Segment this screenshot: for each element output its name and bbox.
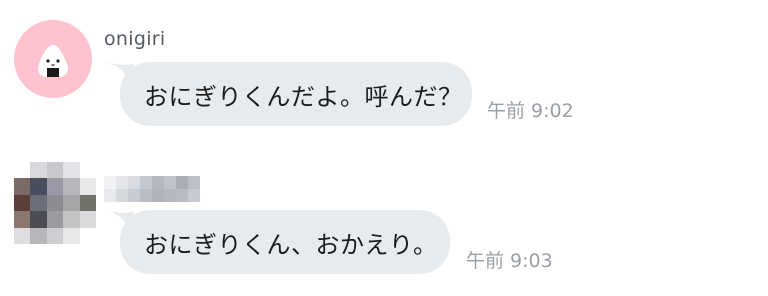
- message-timestamp: 午前 9:03: [466, 250, 553, 272]
- avatar[interactable]: [14, 20, 92, 98]
- message-row: onigiri おにぎりくんだよ。呼んだ？ 午前 9:02: [0, 0, 768, 140]
- message-bubble[interactable]: おにぎりくんだよ。呼んだ？: [120, 62, 472, 126]
- message-row: おにぎりくん、おかえり。 午前 9:03: [0, 150, 768, 290]
- avatar[interactable]: [14, 162, 96, 244]
- sender-name: onigiri: [104, 28, 166, 50]
- sender-name-blurred: [104, 176, 200, 202]
- message-timestamp: 午前 9:02: [487, 100, 574, 122]
- pixelated-avatar: [14, 162, 96, 244]
- message-text: おにぎりくん、おかえり。: [144, 230, 438, 259]
- onigiri-face-icon: [14, 20, 92, 98]
- message-text: おにぎりくんだよ。呼んだ？: [144, 82, 463, 111]
- message-bubble[interactable]: おにぎりくん、おかえり。: [120, 210, 450, 274]
